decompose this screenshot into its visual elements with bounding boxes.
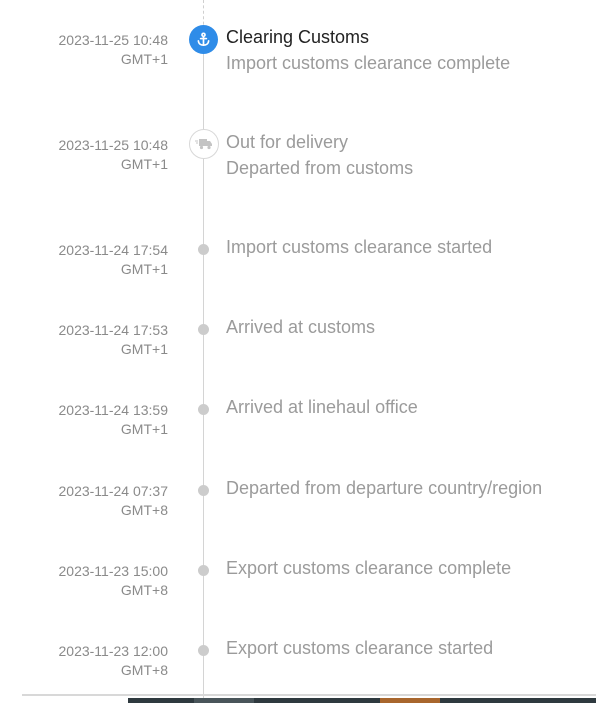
event-detail: Departed from departure country/region xyxy=(226,478,543,498)
event-date: 2023-11-24 13:59 GMT+1 xyxy=(59,401,169,439)
event-date: 2023-11-23 15:00 GMT+8 xyxy=(59,562,169,600)
event-body: Out for delivery Departed from customs xyxy=(226,129,413,181)
event-date: 2023-11-25 10:48 GMT+1 xyxy=(59,136,169,174)
event-date: 2023-11-24 17:54 GMT+1 xyxy=(59,241,169,279)
event-timezone: GMT+8 xyxy=(120,662,168,678)
bottom-divider xyxy=(22,694,596,696)
event-timezone: GMT+1 xyxy=(120,421,168,437)
event-body: Export customs clearance started xyxy=(226,635,493,661)
timeline-dot xyxy=(198,404,209,415)
event-datetime: 2023-11-23 15:00 xyxy=(58,563,169,579)
anchor-icon xyxy=(189,25,218,54)
event-body: Arrived at linehaul office xyxy=(226,394,418,420)
event-datetime: 2023-11-25 10:48 xyxy=(58,32,169,48)
event-date: 2023-11-25 10:48 GMT+1 xyxy=(59,31,169,69)
event-timezone: GMT+1 xyxy=(120,51,168,67)
timeline-dot xyxy=(198,645,209,656)
toolbar-segment-highlight xyxy=(380,698,440,703)
event-detail: Arrived at customs xyxy=(226,317,376,337)
event-status-title: Out for delivery xyxy=(226,132,349,152)
event-detail: Import customs clearance complete xyxy=(226,53,511,73)
event-timezone: GMT+8 xyxy=(120,582,168,598)
event-body: Export customs clearance complete xyxy=(226,555,511,581)
event-body: Import customs clearance started xyxy=(226,234,492,260)
event-date: 2023-11-24 07:37 GMT+8 xyxy=(59,482,169,520)
bottom-toolbar-strip xyxy=(128,698,596,703)
timeline-dot xyxy=(198,324,209,335)
event-datetime: 2023-11-23 12:00 xyxy=(58,643,169,659)
event-body: Clearing Customs Import customs clearanc… xyxy=(226,24,510,76)
event-timezone: GMT+1 xyxy=(120,341,168,357)
event-detail: Arrived at linehaul office xyxy=(226,397,418,417)
event-date: 2023-11-23 12:00 GMT+8 xyxy=(59,642,169,680)
event-body: Departed from departure country/region xyxy=(226,475,542,501)
timeline-dot xyxy=(198,485,209,496)
timeline-dot xyxy=(198,244,209,255)
event-body: Arrived at customs xyxy=(226,314,375,340)
event-datetime: 2023-11-24 17:53 xyxy=(58,322,169,338)
event-timezone: GMT+1 xyxy=(120,156,168,172)
event-datetime: 2023-11-24 17:54 xyxy=(58,242,169,258)
timeline-dot xyxy=(198,565,209,576)
tracking-timeline-page: 2023-11-25 10:48 GMT+1 Clearing Customs … xyxy=(0,0,596,703)
event-detail: Import customs clearance started xyxy=(226,237,493,257)
event-timezone: GMT+8 xyxy=(120,502,168,518)
toolbar-segment xyxy=(194,698,254,703)
event-detail: Export customs clearance started xyxy=(226,638,494,658)
event-detail: Departed from customs xyxy=(226,158,414,178)
event-datetime: 2023-11-25 10:48 xyxy=(58,137,169,153)
event-detail: Export customs clearance complete xyxy=(226,558,512,578)
event-status-title: Clearing Customs xyxy=(226,27,370,47)
event-date: 2023-11-24 17:53 GMT+1 xyxy=(59,321,169,359)
event-datetime: 2023-11-24 13:59 xyxy=(58,402,169,418)
event-datetime: 2023-11-24 07:37 xyxy=(58,483,169,499)
event-timezone: GMT+1 xyxy=(120,261,168,277)
truck-icon xyxy=(189,129,219,159)
